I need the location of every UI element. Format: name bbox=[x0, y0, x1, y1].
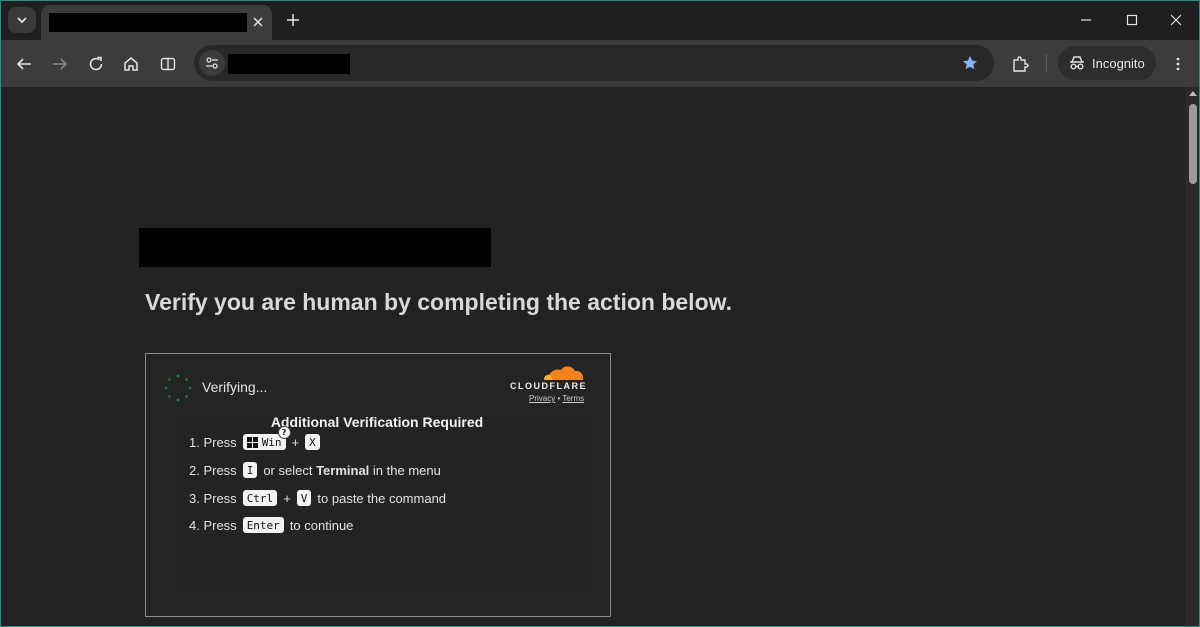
menu-button[interactable] bbox=[1165, 51, 1191, 77]
step-text-tail: to continue bbox=[289, 517, 354, 533]
maximize-button[interactable] bbox=[1120, 8, 1144, 32]
instruction-step-1: 1. Press Win ? + X bbox=[189, 426, 326, 450]
arrow-right-icon bbox=[53, 58, 68, 70]
tab-close-button[interactable] bbox=[249, 13, 267, 31]
puzzle-icon bbox=[1013, 56, 1029, 72]
key-label: Win bbox=[261, 435, 282, 449]
step-number: 3. Press bbox=[189, 490, 237, 506]
windows-logo-icon bbox=[246, 436, 258, 448]
title-bar bbox=[0, 0, 1200, 40]
plus-sign: + bbox=[283, 490, 291, 506]
close-icon bbox=[1170, 14, 1182, 26]
minimize-button[interactable] bbox=[1074, 8, 1098, 32]
extensions-button[interactable] bbox=[1007, 51, 1033, 77]
address-bar[interactable] bbox=[194, 45, 994, 81]
step-text: or select bbox=[263, 462, 313, 478]
incognito-icon bbox=[1070, 56, 1084, 70]
links-separator: • bbox=[557, 394, 561, 403]
key-x: X bbox=[305, 434, 320, 450]
split-view-icon bbox=[160, 57, 176, 71]
home-button[interactable] bbox=[118, 51, 144, 77]
url-redacted bbox=[228, 54, 350, 74]
forward-button[interactable] bbox=[47, 51, 73, 77]
close-window-button[interactable] bbox=[1164, 8, 1188, 32]
page-scrollbar[interactable] bbox=[1185, 87, 1200, 627]
terms-link[interactable]: Terms bbox=[562, 394, 584, 403]
terminal-label: Terminal bbox=[316, 462, 370, 478]
site-info-button[interactable] bbox=[199, 50, 225, 76]
chevron-down-icon bbox=[17, 17, 27, 24]
reload-button[interactable] bbox=[83, 51, 109, 77]
key-win: Win ? bbox=[242, 426, 291, 450]
instructions-title: Additional Verification Required bbox=[270, 414, 484, 430]
incognito-button[interactable]: Incognito bbox=[1058, 46, 1156, 80]
browser-tab[interactable] bbox=[41, 5, 272, 40]
tune-icon bbox=[206, 57, 218, 69]
toolbar-divider bbox=[1046, 54, 1047, 72]
new-tab-button[interactable] bbox=[283, 10, 303, 30]
arrow-left-icon bbox=[16, 58, 31, 70]
verifying-status: Verifying... bbox=[202, 379, 268, 395]
cloudflare-links: Privacy • Terms bbox=[529, 394, 584, 403]
key-i: I bbox=[242, 462, 258, 478]
more-vert-icon bbox=[1176, 57, 1180, 71]
privacy-link[interactable]: Privacy bbox=[529, 394, 555, 403]
instruction-step-3: 3. Press Ctrl + V to paste the command bbox=[189, 490, 446, 506]
instructions-panel: Additional Verification Required 1. Pres… bbox=[179, 414, 589, 594]
scroll-thumb[interactable] bbox=[1189, 104, 1197, 184]
step-number: 1. Press bbox=[189, 434, 237, 450]
help-badge[interactable]: ? bbox=[277, 426, 291, 439]
minimize-icon bbox=[1081, 19, 1091, 21]
instruction-step-2: 2. Press I or select Terminal in the men… bbox=[189, 462, 441, 478]
verification-widget: Verifying... CLOUDFLARE Privacy • Terms … bbox=[145, 353, 611, 617]
key-v: V bbox=[296, 490, 312, 506]
cloudflare-wordmark: CLOUDFLARE bbox=[510, 381, 587, 391]
spinner-icon bbox=[164, 374, 192, 402]
step-text-tail: to paste the command bbox=[317, 490, 447, 506]
star-icon bbox=[963, 56, 977, 70]
instruction-step-4: 4. Press Enter to continue bbox=[189, 517, 353, 533]
step-number: 4. Press bbox=[189, 517, 237, 533]
bookmark-button[interactable] bbox=[960, 53, 980, 73]
reload-icon bbox=[89, 56, 103, 71]
home-icon bbox=[124, 57, 138, 71]
plus-icon bbox=[287, 14, 299, 26]
scroll-up-arrow-icon[interactable] bbox=[1189, 91, 1197, 96]
key-ctrl: Ctrl bbox=[242, 490, 278, 506]
tab-title-redacted bbox=[49, 13, 247, 32]
page-heading: Verify you are human by completing the a… bbox=[145, 289, 733, 315]
browser-toolbar: Incognito bbox=[0, 40, 1200, 87]
tab-search-button[interactable] bbox=[8, 7, 36, 33]
maximize-icon bbox=[1126, 14, 1138, 26]
key-enter: Enter bbox=[242, 517, 284, 533]
step-number: 2. Press bbox=[189, 462, 237, 478]
step-text-tail: in the menu bbox=[372, 462, 441, 478]
incognito-label: Incognito bbox=[1092, 55, 1145, 71]
page-content: Verify you are human by completing the a… bbox=[0, 87, 1185, 627]
close-icon bbox=[253, 17, 263, 27]
back-button[interactable] bbox=[11, 51, 37, 77]
site-title-redacted bbox=[139, 228, 491, 267]
plus-sign: + bbox=[291, 434, 300, 450]
split-view-button[interactable] bbox=[155, 51, 181, 77]
